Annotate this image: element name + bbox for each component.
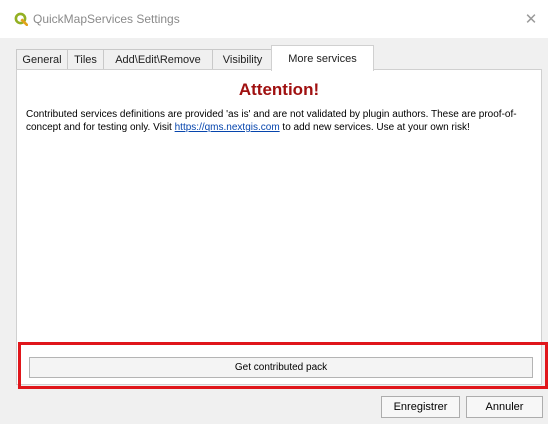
disclaimer-text-end: to add new services. Use at your own ris… bbox=[279, 122, 470, 133]
tab-add-edit-remove[interactable]: Add\Edit\Remove bbox=[103, 49, 213, 70]
qms-link[interactable]: https://qms.nextgis.com bbox=[175, 122, 280, 133]
save-button[interactable]: Enregistrer bbox=[381, 396, 460, 418]
close-icon: ✕ bbox=[524, 10, 538, 28]
tab-tiles[interactable]: Tiles bbox=[67, 49, 104, 70]
attention-heading: Attention! bbox=[238, 80, 320, 99]
close-button[interactable]: ✕ bbox=[514, 0, 548, 38]
cancel-button[interactable]: Annuler bbox=[466, 396, 543, 418]
tab-visibility[interactable]: Visibility bbox=[212, 49, 273, 70]
window-title: QuickMapServices Settings bbox=[33, 12, 180, 26]
disclaimer-message: Contributed services definitions are pro… bbox=[26, 108, 534, 134]
get-contributed-pack-button[interactable]: Get contributed pack bbox=[29, 357, 533, 378]
tab-more-services[interactable]: More services bbox=[271, 45, 374, 71]
title-bar: QuickMapServices Settings ✕ bbox=[0, 0, 548, 38]
qgis-logo-icon bbox=[14, 12, 28, 26]
more-services-panel: Attention! Contributed services definiti… bbox=[16, 69, 542, 385]
tab-general[interactable]: General bbox=[16, 49, 68, 70]
